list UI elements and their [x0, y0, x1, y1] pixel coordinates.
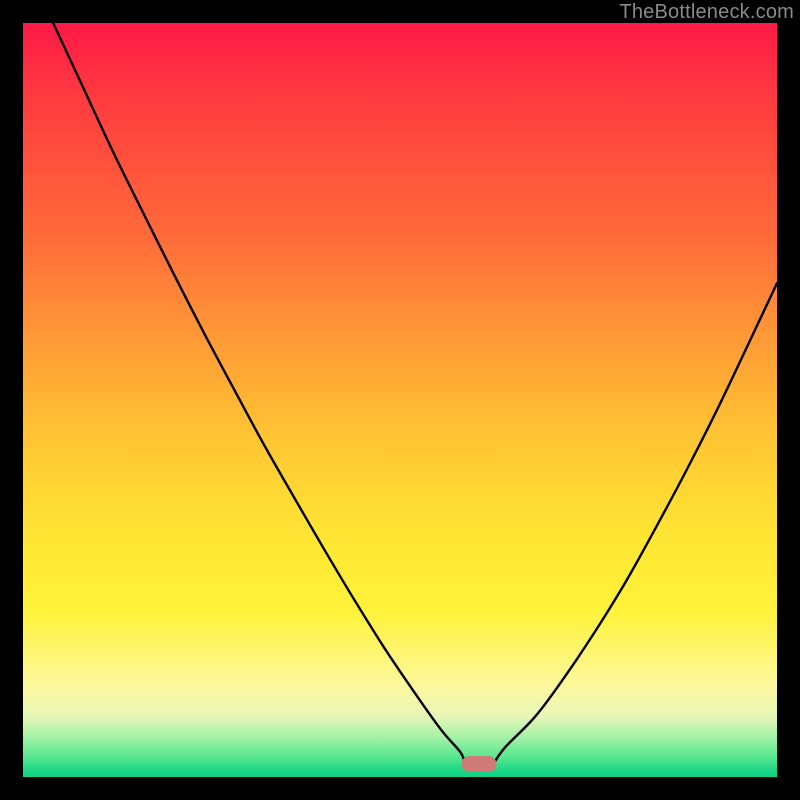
bottleneck-curve: [23, 23, 777, 777]
minimum-marker: [462, 756, 497, 772]
chart-frame: TheBottleneck.com: [0, 0, 800, 800]
plot-area: [23, 23, 777, 777]
attribution-text: TheBottleneck.com: [619, 1, 794, 24]
